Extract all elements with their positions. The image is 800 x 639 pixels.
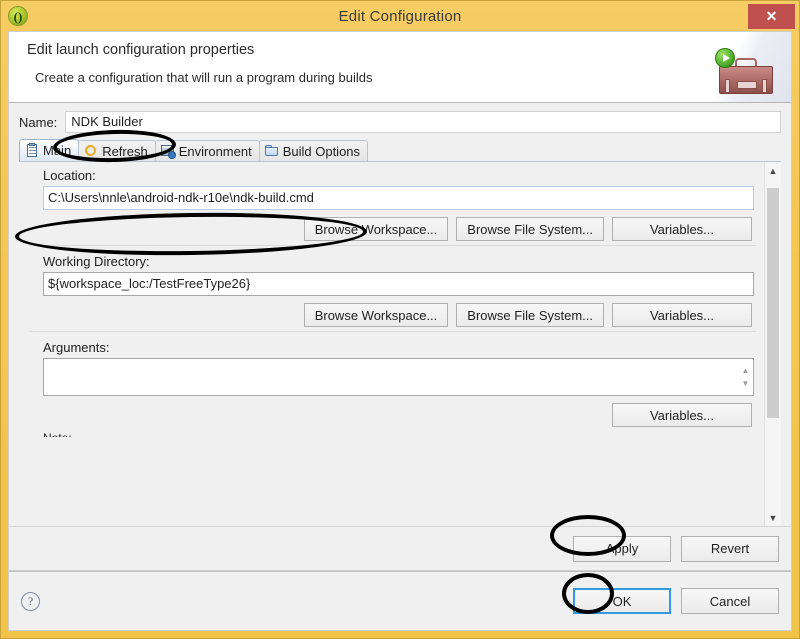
toolbox-right-clasp: [762, 79, 767, 93]
working-directory-button-row: Browse Workspace... Browse File System..…: [21, 303, 752, 327]
header-title: Edit launch configuration properties: [27, 42, 254, 58]
content-vertical-scrollbar[interactable]: ▲ ▼: [764, 162, 781, 526]
titlebar: () Edit Configuration ✕: [1, 1, 799, 31]
tab-refresh-label: Refresh: [102, 144, 148, 159]
toolbox-body: [719, 66, 773, 94]
location-variables-button[interactable]: Variables...: [612, 217, 752, 241]
location-label: Location:: [21, 162, 762, 186]
edit-configuration-dialog: () Edit Configuration ✕ Edit launch conf…: [0, 0, 800, 639]
footer-button-group: OK Cancel: [573, 588, 779, 614]
arguments-group: Arguments: ▲ ▼ Variables... Note:: [19, 334, 764, 437]
name-input[interactable]: NDK Builder: [65, 111, 781, 133]
dialog-header: Edit launch configuration properties Cre…: [8, 31, 792, 103]
arguments-note: Note:: [43, 431, 740, 437]
eclipse-round-icon: (): [8, 6, 28, 26]
working-directory-input[interactable]: ${workspace_loc:/TestFreeType26}: [43, 272, 754, 296]
apply-button[interactable]: Apply: [573, 536, 671, 562]
name-row: Name: NDK Builder: [9, 103, 791, 138]
working-directory-label: Working Directory:: [21, 248, 762, 272]
tab-environment[interactable]: Environment: [155, 140, 260, 161]
ok-button[interactable]: OK: [573, 588, 671, 614]
location-separator: [29, 245, 756, 246]
arguments-button-row: Variables...: [21, 403, 752, 427]
working-directory-separator: [29, 331, 756, 332]
spinner-up-icon[interactable]: ▲: [742, 366, 750, 375]
tab-environment-label: Environment: [179, 144, 252, 159]
run-play-icon: [715, 48, 735, 68]
toolbox-latch: [737, 81, 757, 89]
working-directory-browse-workspace-button[interactable]: Browse Workspace...: [304, 303, 449, 327]
tab-bar: Main Refresh Environment Build Options: [19, 140, 781, 162]
tab-build-options[interactable]: Build Options: [259, 140, 368, 161]
scroll-down-icon[interactable]: ▼: [765, 509, 781, 526]
working-directory-variables-button[interactable]: Variables...: [612, 303, 752, 327]
header-subtitle: Create a configuration that will run a p…: [35, 70, 372, 85]
toolbox-left-clasp: [725, 79, 730, 93]
scrollbar-track[interactable]: [765, 179, 781, 509]
location-group: Location: C:\Users\nnle\android-ndk-r10e…: [19, 162, 764, 246]
tab-main[interactable]: Main: [19, 139, 79, 161]
main-tab-content: Location: C:\Users\nnle\android-ndk-r10e…: [19, 162, 764, 526]
eclipse-glyph: (): [14, 10, 23, 23]
arguments-spinner[interactable]: ▲ ▼: [738, 359, 753, 395]
arguments-textarea[interactable]: ▲ ▼: [43, 358, 754, 396]
working-directory-browse-file-system-button[interactable]: Browse File System...: [456, 303, 604, 327]
scrollbar-thumb[interactable]: [767, 188, 779, 418]
arguments-variables-button[interactable]: Variables...: [612, 403, 752, 427]
spinner-down-icon[interactable]: ▼: [742, 379, 750, 388]
refresh-icon: [84, 144, 98, 158]
cancel-button[interactable]: Cancel: [681, 588, 779, 614]
location-browse-file-system-button[interactable]: Browse File System...: [456, 217, 604, 241]
tab-refresh[interactable]: Refresh: [78, 140, 156, 161]
tab-build-options-label: Build Options: [283, 144, 360, 159]
close-icon[interactable]: ✕: [748, 4, 795, 29]
question-mark-icon[interactable]: ?: [21, 592, 40, 611]
toolbox-with-run-badge-icon: [719, 58, 773, 94]
dialog-body: Name: NDK Builder Main Refresh E: [8, 103, 792, 571]
tab-main-label: Main: [43, 143, 71, 158]
location-browse-workspace-button[interactable]: Browse Workspace...: [304, 217, 449, 241]
location-button-row: Browse Workspace... Browse File System..…: [21, 217, 752, 241]
revert-button[interactable]: Revert: [681, 536, 779, 562]
tab-content-area: Location: C:\Users\nnle\android-ndk-r10e…: [19, 162, 781, 526]
document-icon: [25, 144, 39, 158]
folder-open-icon: [265, 144, 279, 158]
scroll-up-icon[interactable]: ▲: [765, 162, 781, 179]
arguments-label: Arguments:: [21, 334, 762, 358]
apply-revert-bar: Apply Revert: [9, 526, 791, 570]
name-label: Name:: [19, 115, 57, 130]
working-directory-group: Working Directory: ${workspace_loc:/Test…: [19, 248, 764, 332]
window-title: Edit Configuration: [1, 8, 799, 25]
location-input[interactable]: C:\Users\nnle\android-ndk-r10e\ndk-build…: [43, 186, 754, 210]
environment-icon: [161, 144, 175, 158]
dialog-footer: ? OK Cancel: [8, 571, 792, 631]
